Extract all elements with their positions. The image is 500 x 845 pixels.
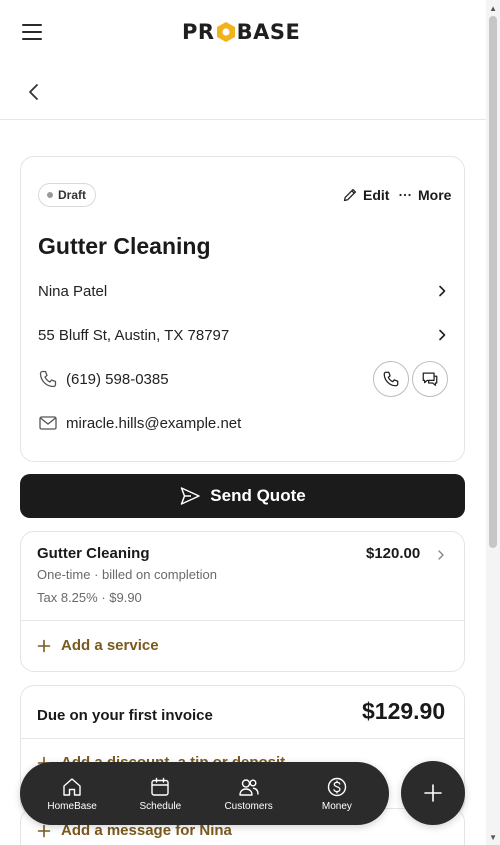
service-card: Gutter Cleaning $120.00 One-time · bille… xyxy=(20,531,465,672)
email-row: miracle.hills@example.net xyxy=(38,411,449,435)
service-billing: One-time · billed on completion xyxy=(37,567,217,582)
more-label: More xyxy=(418,187,452,203)
message-button[interactable] xyxy=(412,361,448,397)
chevron-right-icon xyxy=(439,285,446,297)
bottom-nav: HomeBase Schedule Customers Money xyxy=(20,762,389,825)
create-button[interactable] xyxy=(401,761,465,825)
scroll-thumb[interactable] xyxy=(489,16,497,548)
service-price: $120.00 xyxy=(366,545,421,562)
menu-icon[interactable] xyxy=(22,24,42,40)
nav-customers[interactable]: Customers xyxy=(209,776,289,812)
nav-homebase[interactable]: HomeBase xyxy=(32,776,112,812)
chat-bubble-icon xyxy=(422,372,438,386)
due-label: Due on your first invoice xyxy=(37,707,213,724)
scroll-up-arrow-icon[interactable]: ▲ xyxy=(489,4,497,13)
send-icon xyxy=(181,487,201,505)
address-row[interactable]: 55 Bluff St, Austin, TX 78797 xyxy=(38,323,449,347)
more-button[interactable]: More xyxy=(398,187,451,203)
probase-logo[interactable]: PR BASE xyxy=(182,20,300,44)
customer-name: Nina Patel xyxy=(38,282,108,300)
dollar-icon xyxy=(327,777,347,796)
status-text: Draft xyxy=(58,188,87,202)
chevron-right-icon xyxy=(439,329,446,341)
nav-label: Money xyxy=(321,800,352,812)
status-dot xyxy=(47,192,53,198)
back-chevron-icon[interactable] xyxy=(22,80,46,104)
nav-label: Customers xyxy=(224,800,273,812)
scrollbar[interactable]: ▲ ▼ xyxy=(486,0,500,845)
nav-schedule[interactable]: Schedule xyxy=(120,776,200,812)
quote-card: Draft Edit More Gutter Cleaning Nina Pat… xyxy=(20,156,465,462)
pencil-icon xyxy=(343,188,357,202)
scroll-down-arrow-icon[interactable]: ▼ xyxy=(489,833,497,842)
users-icon xyxy=(238,778,259,796)
nav-label: Schedule xyxy=(139,800,182,812)
logo-hexagon-icon xyxy=(216,21,236,43)
back-row xyxy=(0,64,486,120)
call-button[interactable] xyxy=(373,361,409,397)
add-service-button[interactable]: Add a service xyxy=(37,637,159,654)
customer-row[interactable]: Nina Patel xyxy=(38,279,449,303)
nav-label: HomeBase xyxy=(47,800,97,812)
chevron-right-icon xyxy=(438,550,444,560)
due-amount: $129.90 xyxy=(362,698,446,724)
phone-number: (619) 598-0385 xyxy=(66,370,169,388)
mail-icon xyxy=(39,416,57,430)
calendar-icon xyxy=(151,777,170,796)
send-quote-button[interactable]: Send Quote xyxy=(20,474,465,518)
phone-icon xyxy=(383,371,399,387)
add-service-label: Add a service xyxy=(61,637,159,654)
edit-label: Edit xyxy=(363,187,390,203)
divider xyxy=(21,620,464,621)
logo-text-left: PR xyxy=(182,20,215,44)
service-tax: Tax 8.25% · $9.90 xyxy=(37,590,142,605)
address-text: 55 Bluff St, Austin, TX 78797 xyxy=(38,326,230,344)
top-bar: PR BASE xyxy=(0,0,486,64)
service-name: Gutter Cleaning xyxy=(37,545,150,562)
phone-icon xyxy=(39,370,57,388)
status-badge: Draft xyxy=(38,183,97,207)
nav-money[interactable]: Money xyxy=(297,776,377,812)
divider xyxy=(21,738,464,739)
home-icon xyxy=(63,777,81,796)
ellipsis-icon xyxy=(399,193,411,197)
edit-button[interactable]: Edit xyxy=(342,187,389,203)
send-quote-label: Send Quote xyxy=(210,486,306,505)
plus-icon xyxy=(424,784,442,802)
email-address: miracle.hills@example.net xyxy=(66,414,242,432)
logo-text-right: BASE xyxy=(236,20,301,44)
plus-icon xyxy=(37,824,51,837)
plus-icon xyxy=(37,639,51,652)
quote-title: Gutter Cleaning xyxy=(38,233,211,259)
